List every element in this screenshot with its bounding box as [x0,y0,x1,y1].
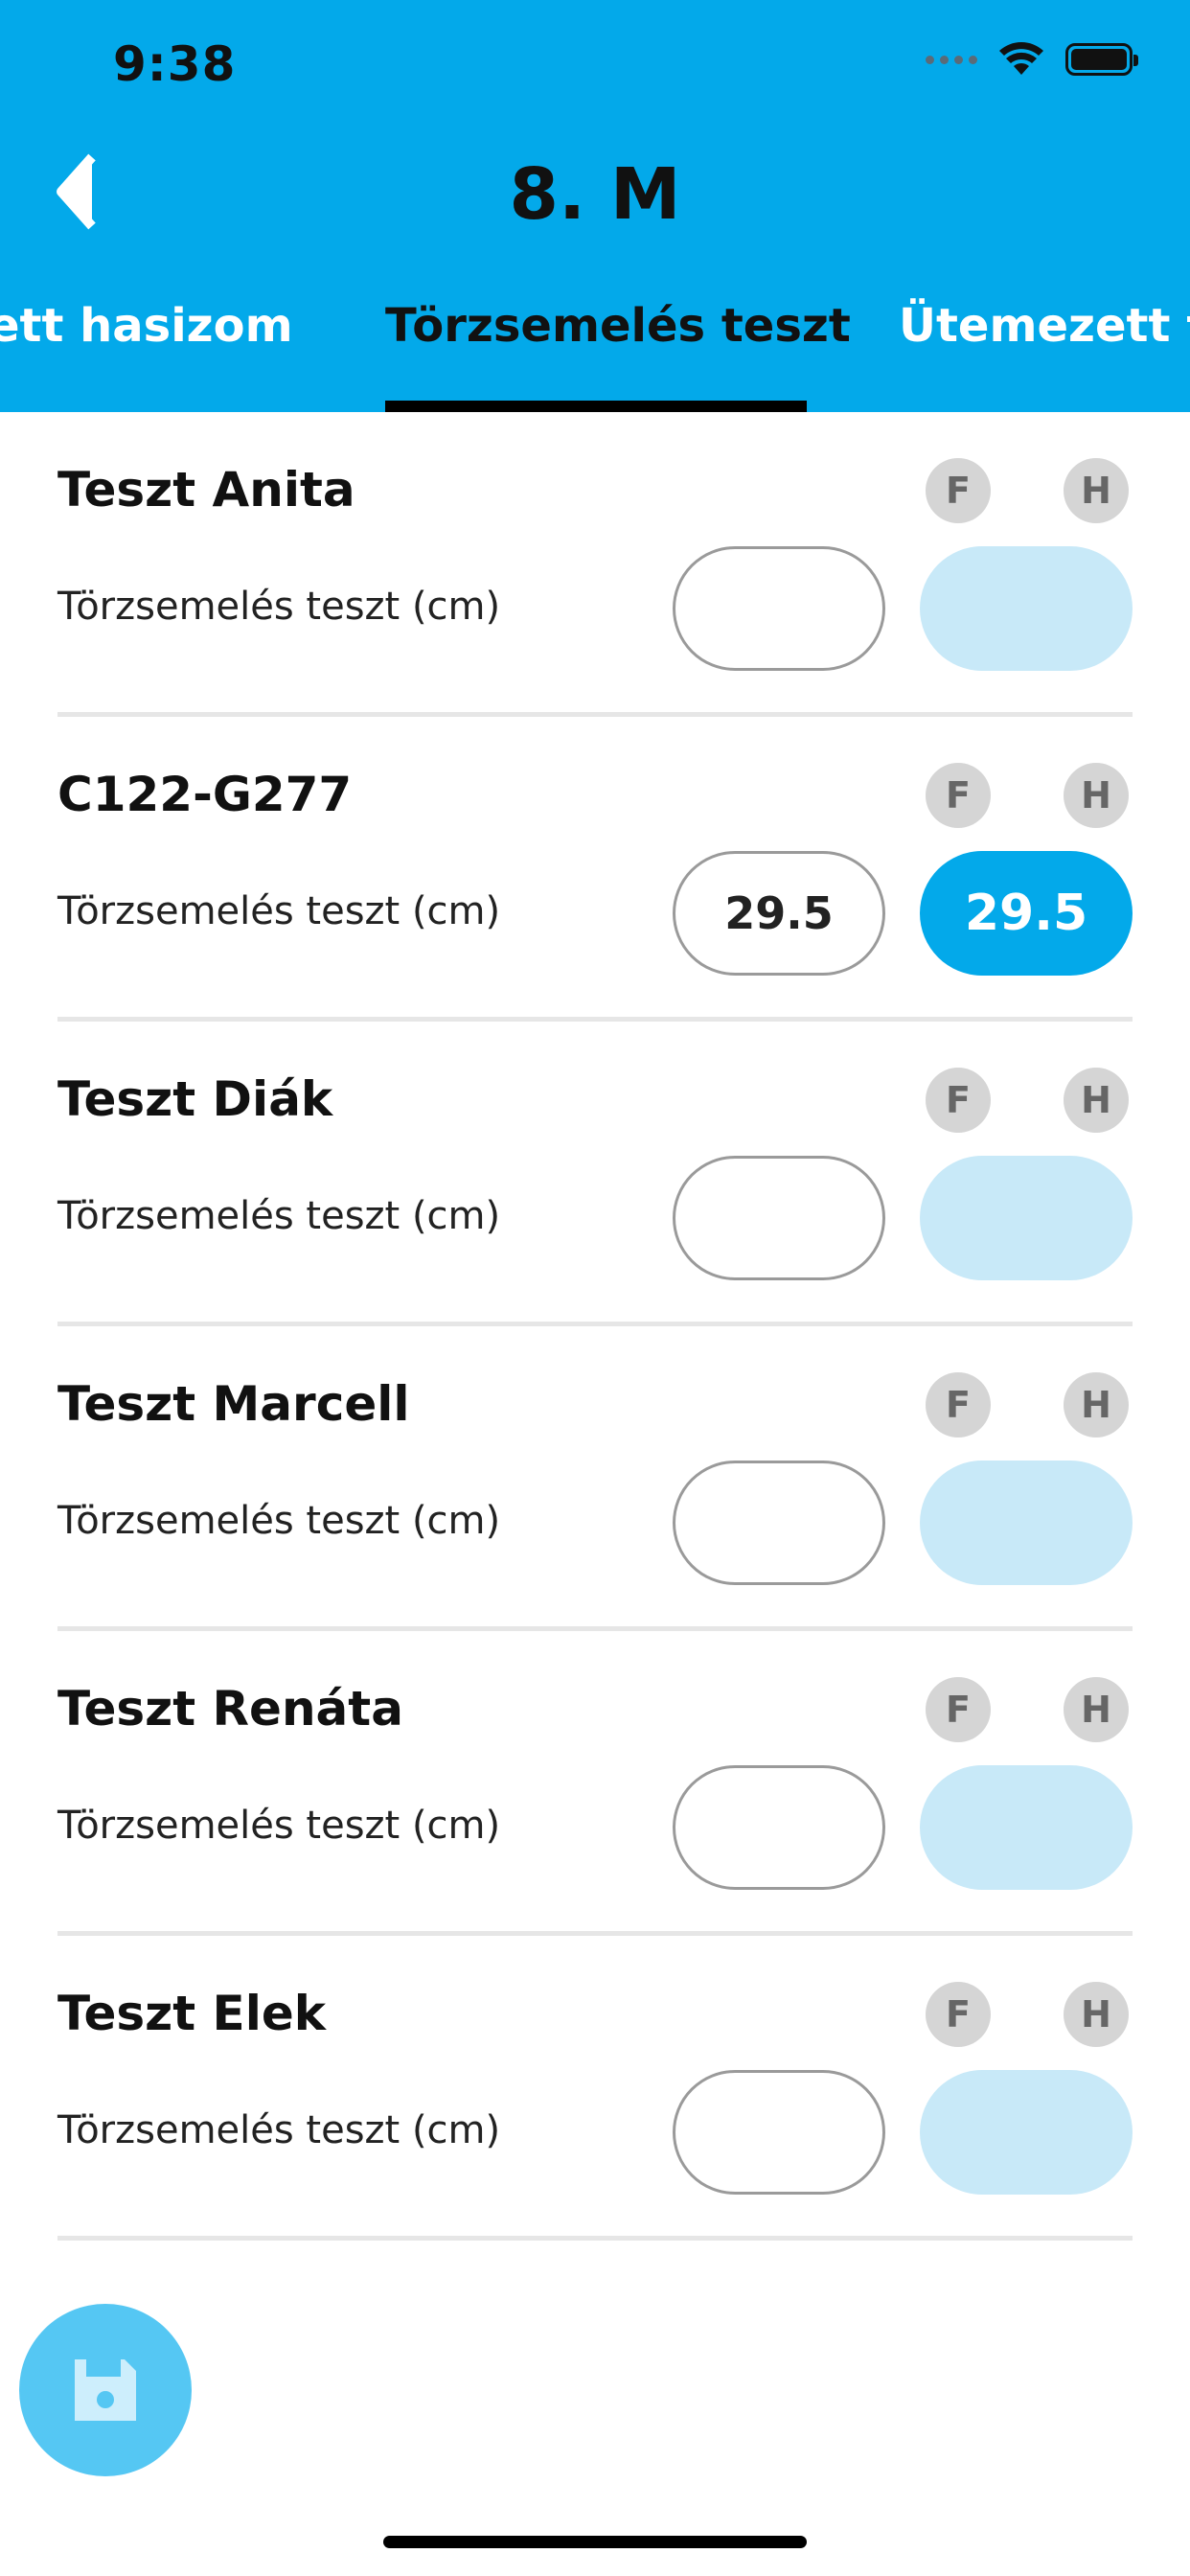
badge-f[interactable]: F [926,763,991,828]
tab-torzsemeles-teszt[interactable]: Törzsemelés teszt [385,299,851,353]
badge-h[interactable]: H [1064,1372,1129,1438]
test-label: Törzsemelés teszt (cm) [57,1194,501,1238]
student-name: Teszt Renáta [57,1681,403,1736]
student-name: Teszt Marcell [57,1376,410,1432]
app-header: 9:38 8. M zett hasizom Törzsemelés teszt… [0,0,1190,412]
score-input[interactable] [673,1765,885,1890]
list-item: Teszt Elek F H Törzsemelés teszt (cm) [0,1936,1190,2241]
floppy-disk-icon [75,2359,136,2421]
test-label: Törzsemelés teszt (cm) [57,1804,501,1848]
score-result [920,1765,1133,1890]
divider [57,2236,1133,2241]
score-input[interactable] [673,546,885,671]
tab-utemezett-fe[interactable]: Ütemezett fe [899,299,1190,353]
score-result [920,546,1133,671]
list-item: Teszt Renáta F H Törzsemelés teszt (cm) [0,1631,1190,1936]
save-button[interactable] [19,2304,192,2476]
student-list: Teszt Anita F H Törzsemelés teszt (cm) C… [0,412,1190,2241]
badge-f[interactable]: F [926,1982,991,2047]
list-item: C122-G277 F H Törzsemelés teszt (cm) 29.… [0,717,1190,1022]
wifi-icon [999,42,1043,75]
score-input[interactable]: 29.5 [673,851,885,976]
tab-bar: zett hasizom Törzsemelés teszt Ütemezett… [0,299,1190,412]
student-name: Teszt Anita [57,462,355,518]
cellular-signal-icon [926,55,977,64]
badge-h[interactable]: H [1064,1068,1129,1133]
score-input[interactable] [673,1156,885,1280]
tab-utemezett-hasizom[interactable]: zett hasizom [0,299,293,353]
badge-h[interactable]: H [1064,458,1129,523]
status-icons [926,42,1138,77]
student-name: Teszt Diák [57,1071,333,1127]
badge-h[interactable]: H [1064,1677,1129,1742]
badge-h[interactable]: H [1064,763,1129,828]
test-label: Törzsemelés teszt (cm) [57,585,501,629]
page-title: 8. M [509,153,681,236]
score-input[interactable] [673,1460,885,1585]
list-item: Teszt Diák F H Törzsemelés teszt (cm) [0,1022,1190,1326]
student-name: Teszt Elek [57,1986,327,2041]
list-item: Teszt Anita F H Törzsemelés teszt (cm) [0,412,1190,717]
home-indicator [383,2536,807,2548]
score-result [920,1156,1133,1280]
badge-h[interactable]: H [1064,1982,1129,2047]
score-input[interactable] [673,2070,885,2195]
status-time: 9:38 [113,36,237,92]
active-tab-indicator [385,401,807,412]
badge-f[interactable]: F [926,1677,991,1742]
score-result [920,1460,1133,1585]
score-result: 29.5 [920,851,1133,976]
score-result [920,2070,1133,2195]
battery-icon [1065,43,1138,76]
list-item: Teszt Marcell F H Törzsemelés teszt (cm) [0,1326,1190,1631]
test-label: Törzsemelés teszt (cm) [57,1499,501,1543]
badge-f[interactable]: F [926,1372,991,1438]
student-name: C122-G277 [57,767,353,822]
badge-f[interactable]: F [926,458,991,523]
test-label: Törzsemelés teszt (cm) [57,2108,501,2152]
badge-f[interactable]: F [926,1068,991,1133]
test-label: Törzsemelés teszt (cm) [57,889,501,933]
